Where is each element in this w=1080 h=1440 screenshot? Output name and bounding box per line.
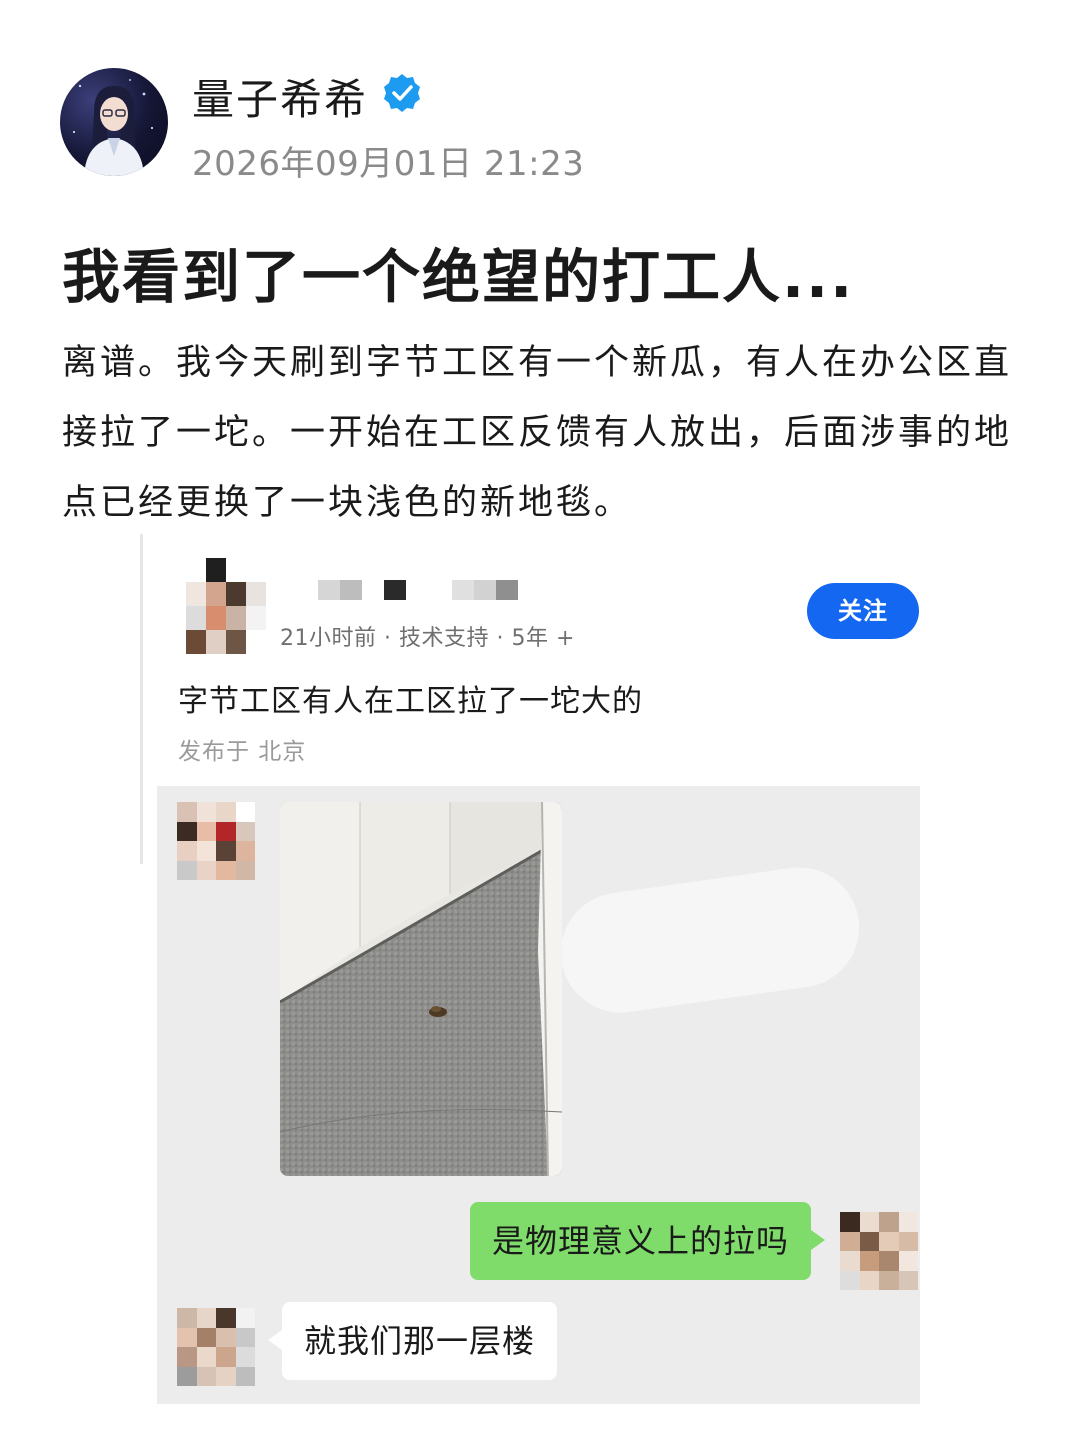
chat-photo-message[interactable] <box>280 802 562 1176</box>
embedded-poster-name-redacted <box>318 580 406 600</box>
embed-divider <box>140 534 143 864</box>
embedded-post-location: 发布于 北京 <box>178 739 307 765</box>
author-name[interactable]: 量子希希 <box>192 66 368 127</box>
chat-message-sent[interactable]: 是物理意义上的拉吗 <box>470 1202 826 1280</box>
author-avatar-image <box>73 79 153 176</box>
post-title: 我看到了一个绝望的打工人... <box>62 243 855 311</box>
office-carpet-photo <box>280 802 562 1176</box>
post-body: 离谱。我今天刷到字节工区有一个新瓜，有人在办公区直接拉了一坨。一开始在工区反馈有… <box>62 343 1013 523</box>
chat-message-received[interactable]: 就我们那一层楼 <box>267 1302 558 1380</box>
embedded-poster-avatar <box>186 558 266 654</box>
post-timestamp: 2026年09月01日 21:23 <box>192 144 585 184</box>
chat-avatar-sender-2 <box>177 1308 255 1386</box>
chat-avatar-sender-1 <box>177 802 255 880</box>
chat-avatar-self <box>840 1212 918 1290</box>
author-avatar[interactable] <box>60 68 168 176</box>
verified-badge-icon <box>382 73 422 113</box>
follow-button[interactable]: 关注 <box>807 583 919 639</box>
embedded-post-title: 字节工区有人在工区拉了一坨大的 <box>178 684 643 719</box>
embedded-post-meta: 21小时前 · 技术支持 · 5年 + <box>280 626 575 651</box>
embedded-poster-tag-redacted <box>452 580 518 600</box>
